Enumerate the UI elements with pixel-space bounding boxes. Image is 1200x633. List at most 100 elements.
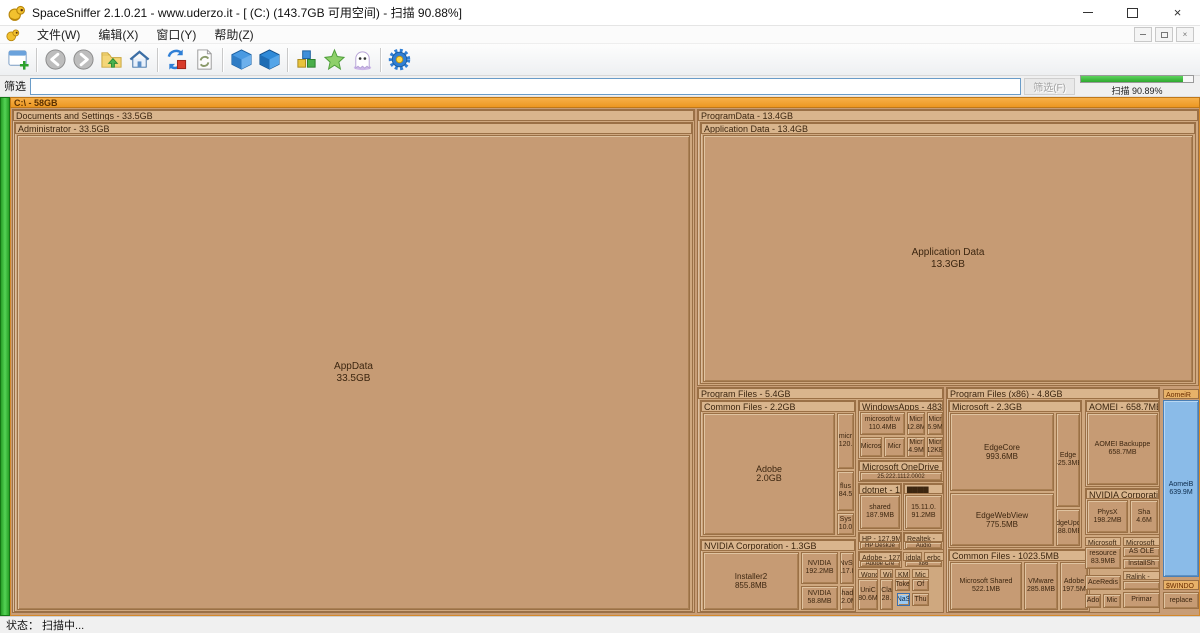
block-microsoft-shared[interactable]: Microsoft Shared 522.1MB xyxy=(950,562,1022,610)
menu-window[interactable]: 窗口(Y) xyxy=(147,26,205,43)
header-nvidia-corporation[interactable]: NVIDIA Corporation - 1.3GB xyxy=(701,540,855,551)
menu-help[interactable]: 帮助(Z) xyxy=(205,26,262,43)
block-thu[interactable]: Thu xyxy=(912,593,929,606)
header-documents-and-settings[interactable]: Documents and Settings - 33.5GB xyxy=(13,110,694,121)
header-application-data[interactable]: Application Data - 13.4GB xyxy=(701,123,1195,134)
block-flus[interactable]: flus 84.5 xyxy=(837,471,854,511)
block-nvidia-58[interactable]: NVIDIA 58.8MB xyxy=(801,586,838,610)
block-micros[interactable]: Micros xyxy=(860,437,882,457)
block-edgeupdate[interactable]: EdgeUpda 188.0MB xyxy=(1056,509,1080,546)
block-ralink-sub[interactable] xyxy=(1123,581,1160,590)
block-resource[interactable]: resource 83.9MB xyxy=(1085,547,1121,569)
header-microsoft-left[interactable]: Microsoft xyxy=(1085,537,1121,546)
mdi-minimize-button[interactable] xyxy=(1134,27,1152,42)
header-administrator[interactable]: Administrator - 33.5GB xyxy=(15,123,692,134)
block-micr-69[interactable]: Micr 6.9M xyxy=(927,412,943,435)
header-erbc[interactable]: erbc xyxy=(924,552,944,561)
block-sha[interactable]: Sha 4.6M xyxy=(1130,500,1158,533)
block-toke[interactable]: Toke xyxy=(895,579,910,591)
header-drive-c[interactable]: C:\ - 58GB xyxy=(10,97,1200,108)
block-hp-deskjet[interactable]: HP DeskJe xyxy=(860,542,900,549)
block-aomei-backupper[interactable]: AOMEI Backuppe 658.7MB xyxy=(1087,413,1158,485)
filter-input[interactable] xyxy=(30,78,1021,95)
block-shado[interactable]: Shado 22.0M xyxy=(840,586,854,610)
block-onedrive-version[interactable]: 25.222.1112.0002 xyxy=(860,472,942,481)
filter-apply-button[interactable]: 筛选(F) xyxy=(1024,78,1075,95)
file-classes-button[interactable] xyxy=(292,46,320,74)
block-ado[interactable]: Ado xyxy=(1085,594,1101,608)
block-micr-49[interactable]: Micr 4.9M xyxy=(907,437,925,457)
block-installshield[interactable]: InstallSh xyxy=(1123,559,1160,569)
header-onedrive[interactable]: Microsoft OneDrive - 2 xyxy=(859,461,943,471)
menu-file[interactable]: 文件(W) xyxy=(28,26,89,43)
block-micr-b[interactable]: Micr xyxy=(884,437,905,457)
forward-button[interactable] xyxy=(69,46,97,74)
block-adobe-creative[interactable]: Adobe Cre xyxy=(860,561,900,567)
block-edgewebview[interactable]: EdgeWebView 775.5MB xyxy=(950,493,1054,546)
block-edge[interactable]: Edge 425.3MB xyxy=(1056,413,1080,507)
block-aomei-file[interactable]: AomeiB 639.9M xyxy=(1163,400,1199,577)
mdi-restore-button[interactable] xyxy=(1155,27,1173,42)
show-free-space-button[interactable] xyxy=(348,46,376,74)
header-ralink[interactable]: Ralink - xyxy=(1123,571,1160,580)
block-aceredist[interactable]: AceRedis xyxy=(1085,575,1121,590)
block-adobe-197[interactable]: Adobe 197.5M xyxy=(1060,562,1088,610)
header-realtek[interactable]: Realtek - xyxy=(904,533,943,542)
header-program-files-x86[interactable]: Program Files (x86) - 4.8GB xyxy=(947,388,1159,399)
header-windows-bt[interactable]: $WINDO xyxy=(1163,580,1199,590)
header-kmsp[interactable]: KMSp xyxy=(895,569,910,578)
mdi-close-button[interactable]: × xyxy=(1176,27,1194,42)
block-application-data[interactable]: Application Data 13.3GB xyxy=(703,135,1193,382)
options-button[interactable] xyxy=(385,46,413,74)
header-mic[interactable]: Mic xyxy=(912,569,929,578)
up-folder-button[interactable] xyxy=(97,46,125,74)
header-program-files[interactable]: Program Files - 5.4GB xyxy=(698,388,943,399)
header-aomei[interactable]: AOMEI - 658.7MB xyxy=(1086,401,1159,412)
block-microsoft-w[interactable]: microsoft.w 110.4MB xyxy=(860,412,905,435)
block-appdata[interactable]: AppData 33.5GB xyxy=(17,135,690,610)
block-cla[interactable]: Cla 28. xyxy=(880,579,893,610)
header-aomei-recovery[interactable]: AomeiR xyxy=(1163,389,1199,399)
block-version-15-11[interactable]: 15.11.0. 91.2MB xyxy=(905,495,942,529)
block-adobe[interactable]: Adobe 2.0GB xyxy=(703,413,835,535)
minimize-button[interactable] xyxy=(1065,0,1110,25)
header-hp[interactable]: HP - 127.9M xyxy=(859,533,901,542)
block-sys[interactable]: Sys 10.0 xyxy=(837,513,854,535)
header-common-files-x86[interactable]: Common Files - 1023.5MB xyxy=(949,550,1089,561)
block-micr-120[interactable]: micr 120. xyxy=(837,413,854,469)
block-of[interactable]: Of xyxy=(912,579,929,591)
header-idplay[interactable]: idplay xyxy=(903,552,922,561)
more-detail-button[interactable] xyxy=(255,46,283,74)
block-unic[interactable]: UniC 80.6M xyxy=(858,579,878,610)
block-installer2[interactable]: Installer2 855.8MB xyxy=(703,552,799,610)
header-cjk-app[interactable]: ▇▇▇▇ xyxy=(904,484,943,494)
block-free-space[interactable] xyxy=(0,97,10,616)
less-detail-button[interactable] xyxy=(227,46,255,74)
block-vmware[interactable]: VMware 285.8MB xyxy=(1024,562,1058,610)
block-mic-small[interactable]: Mic xyxy=(1103,594,1121,608)
filter-star-button[interactable] xyxy=(320,46,348,74)
block-micr-128[interactable]: Micr 12.8M xyxy=(907,412,925,435)
block-nvidia-192[interactable]: NVIDIA 192.2MB xyxy=(801,552,838,584)
block-nvst[interactable]: NvSt 117.8 xyxy=(840,552,854,584)
header-programdata[interactable]: ProgramData - 13.4GB xyxy=(698,110,1198,121)
header-nvidia-x86[interactable]: NVIDIA Corporati xyxy=(1086,489,1159,499)
new-view-button[interactable] xyxy=(4,46,32,74)
block-physx[interactable]: PhysX 198.2MB xyxy=(1087,500,1128,533)
header-common-files[interactable]: Common Files - 2.2GB xyxy=(701,401,855,412)
block-as-ole[interactable]: AS OLE xyxy=(1123,547,1160,557)
block-x86[interactable]: x86 xyxy=(905,561,942,567)
header-windowsapps[interactable]: WindowsApps - 483.4M xyxy=(859,401,943,411)
block-audio[interactable]: Audio xyxy=(905,542,942,549)
block-shared[interactable]: shared 187.9MB xyxy=(860,495,900,529)
menu-edit[interactable]: 编辑(X) xyxy=(89,26,147,43)
block-primar[interactable]: Primar xyxy=(1123,592,1160,608)
header-microsoft-right[interactable]: Microsoft xyxy=(1123,537,1160,546)
block-micr-12kb[interactable]: Micr 12KB xyxy=(927,437,943,457)
block-edgecore[interactable]: EdgeCore 993.6MB xyxy=(950,413,1054,491)
rescan-button[interactable] xyxy=(162,46,190,74)
maximize-button[interactable] xyxy=(1110,0,1155,25)
refresh-view-button[interactable] xyxy=(190,46,218,74)
close-button[interactable]: × xyxy=(1155,0,1200,25)
header-adobe-127[interactable]: Adobe - 127 xyxy=(859,552,901,561)
